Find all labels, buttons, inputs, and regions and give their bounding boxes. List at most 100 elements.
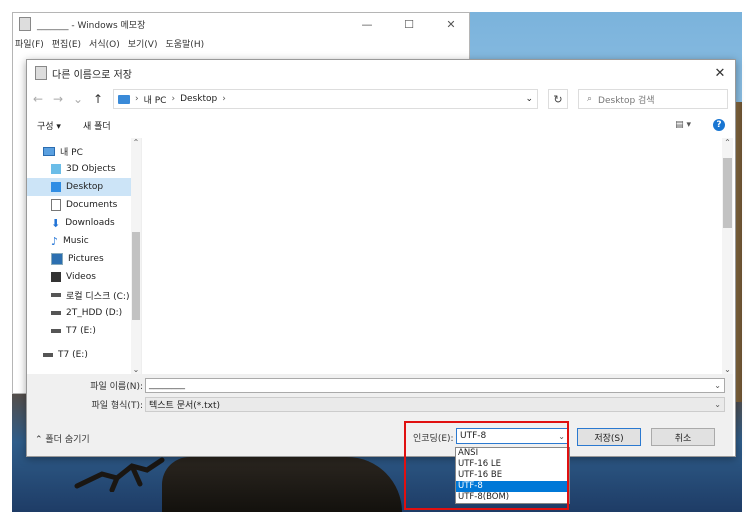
filetype-row: 파일 형식(T): 텍스트 문서(*.txt) ⌄ — [27, 396, 733, 412]
nav-item-label: Downloads — [65, 218, 115, 228]
scroll-down-icon[interactable]: ⌄ — [131, 365, 141, 374]
downloads-icon: ⬇ — [51, 216, 61, 230]
nav-item-label: Documents — [66, 200, 118, 210]
minimize-button[interactable]: — — [349, 18, 385, 31]
filename-label: 파일 이름(N): — [90, 381, 143, 392]
desktop-icon — [51, 182, 61, 192]
videos-icon — [51, 272, 61, 282]
pc-icon — [43, 146, 55, 156]
navigation-pane: 내 PC 3D Objects Desktop Documents ⬇ Down… — [27, 138, 142, 374]
nav-scrollbar[interactable]: ⌃ ⌄ — [131, 138, 141, 374]
3d-objects-icon — [51, 164, 61, 174]
nav-item-label: 2T_HDD (D:) — [66, 308, 123, 318]
file-list-scrollbar[interactable]: ⌃ ⌄ — [722, 138, 733, 374]
dialog-close-button[interactable]: ✕ — [705, 66, 735, 81]
filetype-value: 텍스트 문서(*.txt) — [149, 400, 221, 411]
menu-file[interactable]: 파일(F) — [15, 37, 44, 50]
nav-item-3d-objects[interactable]: 3D Objects — [27, 160, 141, 178]
nav-item-label: Videos — [66, 272, 96, 282]
drive-icon — [43, 353, 53, 357]
dialog-titlebar: 다른 이름으로 저장 ✕ — [27, 60, 735, 86]
notepad-icon — [19, 17, 31, 31]
help-icon[interactable]: ? — [713, 119, 725, 131]
organize-button[interactable]: 구성 ▾ — [37, 119, 61, 132]
close-button[interactable]: ✕ — [433, 18, 469, 31]
scroll-down-icon[interactable]: ⌄ — [722, 365, 733, 374]
music-icon: ♪ — [51, 234, 59, 248]
filename-value: ________ — [149, 380, 185, 390]
wallpaper-person — [74, 457, 165, 492]
recent-locations-chevron-icon[interactable]: ⌄ — [73, 92, 83, 106]
forward-arrow-icon[interactable]: → — [53, 92, 63, 106]
nav-item-t7-e-root[interactable]: T7 (E:) — [27, 346, 141, 364]
nav-item-label: 내 PC — [60, 147, 83, 158]
search-box[interactable]: ⌕ Desktop 검색 — [578, 89, 728, 109]
back-arrow-icon[interactable]: ← — [33, 92, 43, 106]
wallpaper-rock — [162, 457, 402, 512]
filename-input[interactable]: ________ ⌄ — [145, 377, 725, 393]
nav-item-local-disk-c[interactable]: 로컬 디스크 (C:) — [27, 286, 141, 304]
dialog-toolbar: 구성 ▾ 새 폴더 ▤ ▾ ? — [27, 112, 735, 138]
nav-scroll-thumb[interactable] — [132, 232, 140, 320]
breadcrumb-separator-icon[interactable]: › — [171, 94, 175, 104]
menu-help[interactable]: 도움말(H) — [165, 37, 204, 50]
search-placeholder: Desktop 검색 — [598, 95, 655, 106]
address-bar[interactable]: › 내 PC › Desktop › ⌄ — [113, 89, 538, 109]
nav-item-this-pc[interactable]: 내 PC — [27, 142, 141, 160]
documents-icon — [51, 199, 61, 211]
nav-item-label: Music — [63, 236, 89, 246]
menu-view[interactable]: 보기(V) — [128, 37, 158, 50]
refresh-icon: ↻ — [553, 92, 563, 106]
dialog-bottom-bar: ⌃ 폴더 숨기기 인코딩(E): UTF-8 ⌄ 저장(S) 취소 — [27, 414, 733, 456]
file-fields: 파일 이름(N): ________ ⌄ 파일 형식(T): 텍스트 문서(*.… — [27, 374, 733, 414]
notepad-menubar: 파일(F) 편집(E) 서식(O) 보기(V) 도움말(H) — [13, 35, 469, 51]
nav-item-pictures[interactable]: Pictures — [27, 250, 141, 268]
filetype-select[interactable]: 텍스트 문서(*.txt) ⌄ — [145, 396, 725, 412]
nav-item-label: T7 (E:) — [66, 326, 96, 336]
nav-item-downloads[interactable]: ⬇ Downloads — [27, 214, 141, 232]
pictures-icon — [51, 253, 63, 265]
save-as-dialog: 다른 이름으로 저장 ✕ ← → ⌄ ↑ › 내 PC › Desktop › … — [26, 59, 736, 457]
address-dropdown-chevron-icon[interactable]: ⌄ — [525, 94, 533, 104]
nav-item-t7-e[interactable]: T7 (E:) — [27, 322, 141, 340]
refresh-button[interactable]: ↻ — [548, 89, 568, 109]
nav-item-2t-hdd-d[interactable]: 2T_HDD (D:) — [27, 304, 141, 322]
new-folder-button[interactable]: 새 폴더 — [83, 119, 111, 132]
file-list-pane[interactable]: ⌃ ⌄ — [142, 138, 733, 374]
menu-format[interactable]: 서식(O) — [89, 37, 120, 50]
nav-item-videos[interactable]: Videos — [27, 268, 141, 286]
nav-item-label: Pictures — [68, 254, 104, 264]
dialog-title: 다른 이름으로 저장 — [52, 69, 132, 81]
save-button[interactable]: 저장(S) — [577, 428, 641, 446]
scroll-up-icon[interactable]: ⌃ — [131, 138, 141, 147]
cancel-button[interactable]: 취소 — [651, 428, 715, 446]
nav-item-music[interactable]: ♪ Music — [27, 232, 141, 250]
breadcrumb-separator-icon[interactable]: › — [135, 94, 139, 104]
scroll-up-icon[interactable]: ⌃ — [722, 138, 733, 147]
breadcrumb-this-pc[interactable]: 내 PC — [144, 93, 167, 106]
hide-folders-button[interactable]: ⌃ 폴더 숨기기 — [35, 432, 90, 445]
address-row: ← → ⌄ ↑ › 내 PC › Desktop › ⌄ ↻ ⌕ Desktop… — [27, 86, 735, 112]
nav-item-label: Desktop — [66, 182, 104, 192]
menu-edit[interactable]: 편집(E) — [52, 37, 81, 50]
view-options-icon[interactable]: ▤ ▾ — [675, 120, 691, 130]
notepad-title: _______ - Windows 메모장 — [37, 20, 146, 31]
file-list-scroll-thumb[interactable] — [723, 158, 732, 228]
filetype-dropdown-chevron-icon[interactable]: ⌄ — [714, 400, 721, 409]
breadcrumb-separator-icon[interactable]: › — [222, 94, 226, 104]
nav-item-documents[interactable]: Documents — [27, 196, 141, 214]
up-arrow-icon[interactable]: ↑ — [93, 92, 103, 106]
drive-icon — [51, 329, 61, 333]
dialog-body: 내 PC 3D Objects Desktop Documents ⬇ Down… — [27, 138, 733, 374]
breadcrumb-desktop[interactable]: Desktop — [180, 94, 217, 104]
drive-icon — [51, 311, 61, 315]
filename-row: 파일 이름(N): ________ ⌄ — [27, 377, 733, 393]
filename-dropdown-chevron-icon[interactable]: ⌄ — [714, 381, 721, 390]
nav-item-label: 로컬 디스크 (C:) — [66, 291, 130, 302]
this-pc-icon — [118, 94, 130, 104]
search-icon: ⌕ — [587, 94, 593, 104]
maximize-button[interactable]: ☐ — [391, 18, 427, 31]
red-highlight-box — [404, 421, 569, 510]
nav-item-desktop[interactable]: Desktop — [27, 178, 141, 196]
nav-item-label: 3D Objects — [66, 164, 116, 174]
